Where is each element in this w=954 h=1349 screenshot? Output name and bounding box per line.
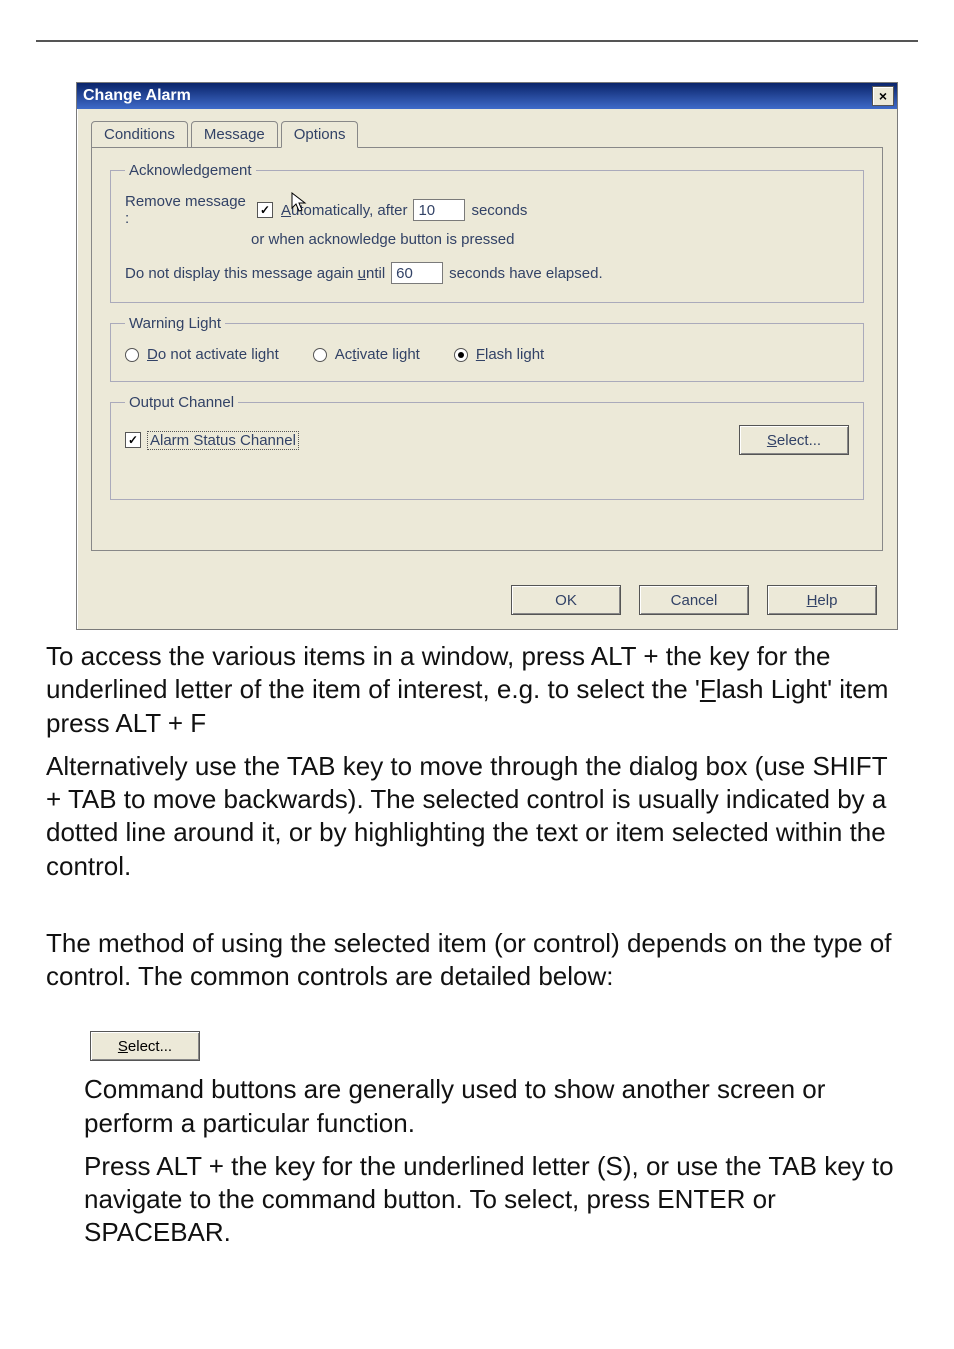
input-dnd-seconds[interactable]: 60 bbox=[391, 262, 443, 284]
legend-warning-light: Warning Light bbox=[125, 315, 225, 332]
group-warning-light: Warning Light Do not activate light Acti… bbox=[110, 315, 864, 382]
tab-options[interactable]: Options bbox=[281, 121, 359, 148]
dialog-titlebar: Change Alarm × bbox=[77, 83, 897, 109]
label-automatically: Automatically, after bbox=[281, 202, 407, 219]
doc-paragraph-4: Command buttons are generally used to sh… bbox=[84, 1073, 908, 1140]
legend-output-channel: Output Channel bbox=[125, 394, 238, 411]
group-acknowledgement: Acknowledgement Remove message : Automat… bbox=[110, 162, 864, 303]
label-do-not-activate: Do not activate light bbox=[147, 346, 279, 363]
ok-button[interactable]: OK bbox=[511, 585, 621, 615]
close-icon[interactable]: × bbox=[872, 86, 894, 106]
dialog-title: Change Alarm bbox=[83, 87, 191, 105]
label-seconds: seconds bbox=[471, 202, 527, 219]
label-remove-message: Remove message : bbox=[125, 193, 251, 227]
legend-acknowledgement: Acknowledgement bbox=[125, 162, 256, 179]
label-or-when-ack: or when acknowledge button is pressed bbox=[251, 231, 515, 248]
label-flash-light: Flash light bbox=[476, 346, 544, 363]
label-do-not-display: Do not display this message again until bbox=[125, 265, 385, 282]
group-output-channel: Output Channel Alarm Status Channel Sele… bbox=[110, 394, 864, 500]
tab-panel-options: Acknowledgement Remove message : Automat… bbox=[91, 147, 883, 551]
radio-do-not-activate[interactable] bbox=[125, 348, 139, 362]
radio-activate-light[interactable] bbox=[313, 348, 327, 362]
checkbox-alarm-status-channel[interactable] bbox=[125, 432, 141, 448]
doc-paragraph-2: Alternatively use the TAB key to move th… bbox=[46, 750, 908, 883]
example-select-button[interactable]: Select... bbox=[90, 1031, 200, 1061]
radio-flash-light[interactable] bbox=[454, 348, 468, 362]
tabstrip: Conditions Message Options bbox=[91, 121, 883, 148]
doc-paragraph-1: To access the various items in a window,… bbox=[46, 640, 908, 740]
doc-paragraph-3: The method of using the selected item (o… bbox=[46, 927, 908, 994]
checkbox-automatically[interactable] bbox=[257, 202, 273, 218]
cursor-icon bbox=[291, 192, 307, 214]
tab-message[interactable]: Message bbox=[191, 121, 278, 148]
label-seconds-elapsed: seconds have elapsed. bbox=[449, 265, 602, 282]
select-button[interactable]: Select... bbox=[739, 425, 849, 455]
cancel-button[interactable]: Cancel bbox=[639, 585, 749, 615]
change-alarm-dialog: Change Alarm × Conditions Message Option… bbox=[76, 82, 898, 630]
input-auto-seconds[interactable]: 10 bbox=[413, 199, 465, 221]
tab-conditions[interactable]: Conditions bbox=[91, 121, 188, 148]
help-button[interactable]: Help bbox=[767, 585, 877, 615]
label-alarm-status-channel: Alarm Status Channel bbox=[147, 431, 299, 450]
label-activate-light: Activate light bbox=[335, 346, 420, 363]
doc-paragraph-5: Press ALT + the key for the underlined l… bbox=[84, 1150, 908, 1250]
